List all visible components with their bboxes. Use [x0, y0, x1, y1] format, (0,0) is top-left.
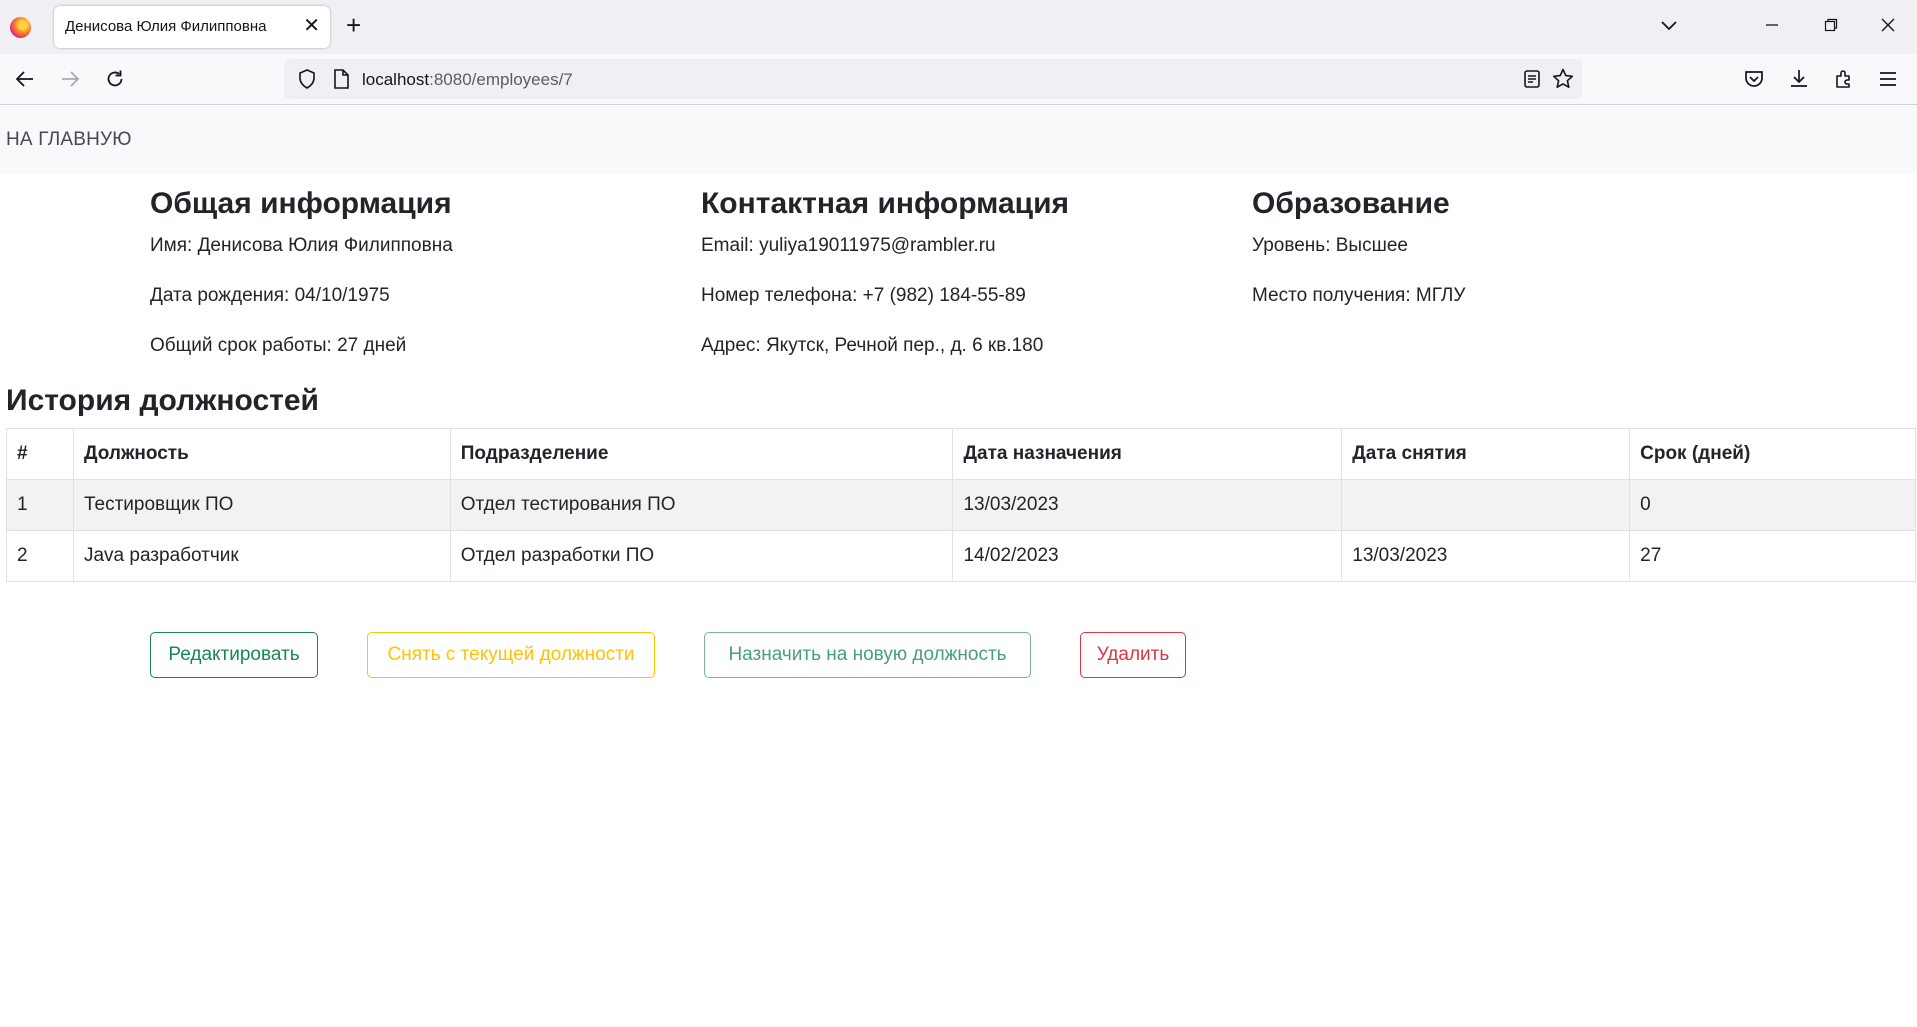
remove-from-position-button[interactable]: Снять с текущей должности — [367, 632, 655, 678]
close-window-icon[interactable] — [1860, 0, 1916, 50]
column-header: # — [6, 428, 74, 480]
column-header: Дата назначения — [952, 428, 1343, 480]
tab-close-icon[interactable]: ✕ — [303, 14, 320, 38]
forward-arrow-icon[interactable] — [57, 66, 83, 92]
table-cell: 1 — [6, 479, 74, 531]
extensions-icon[interactable] — [1831, 66, 1857, 92]
edit-button[interactable]: Редактировать — [150, 632, 318, 678]
assign-new-position-button[interactable]: Назначить на новую должность — [704, 632, 1031, 678]
table-cell — [1341, 479, 1631, 531]
table-cell: 13/03/2023 — [1341, 530, 1631, 582]
list-all-tabs-chevron-icon[interactable] — [1656, 12, 1682, 38]
column-header: Срок (дней) — [1629, 428, 1916, 480]
table-cell: 27 — [1629, 530, 1916, 582]
education-title: Образование — [1252, 187, 1450, 220]
pocket-icon[interactable] — [1741, 66, 1767, 92]
general-info-section: Общая информация Имя: Денисова Юлия Фили… — [150, 186, 670, 384]
address: Адрес: Якутск, Речной пер., д. 6 кв.180 — [701, 335, 1044, 356]
email: Email: yuliya19011975@rambler.ru — [701, 235, 996, 256]
table-cell: 13/03/2023 — [952, 479, 1343, 531]
shield-icon[interactable] — [296, 68, 318, 95]
general-info-title: Общая информация — [150, 187, 452, 220]
birth-date: Дата рождения: 04/10/1975 — [150, 285, 390, 306]
browser-tab[interactable]: Денисова Юлия Филипповна ✕ — [54, 6, 330, 48]
browser-tab-bar: Денисова Юлия Филипповна ✕ + — [0, 0, 1917, 54]
table-cell: 0 — [1629, 479, 1916, 531]
app-header: НА ГЛАВНУЮ — [0, 106, 1917, 174]
column-header: Дата снятия — [1341, 428, 1631, 480]
table-row: 2 Java разработчик Отдел разработки ПО 1… — [6, 530, 1916, 582]
table-cell: 14/02/2023 — [952, 530, 1343, 582]
table-cell: 2 — [6, 530, 74, 582]
table-cell: Тестировщик ПО — [72, 479, 451, 531]
position-history-table: # Должность Подразделение Дата назначени… — [6, 428, 1916, 582]
education-section: Образование Уровень: Высшее Место получе… — [1252, 186, 1772, 334]
menu-hamburger-icon[interactable] — [1875, 66, 1901, 92]
contact-info-section: Контактная информация Email: yuliya19011… — [701, 186, 1221, 384]
url-text[interactable]: localhost:8080/employees/7 — [362, 70, 573, 90]
contact-info-title: Контактная информация — [701, 187, 1070, 220]
phone: Номер телефона: +7 (982) 184-55-89 — [701, 285, 1026, 306]
back-arrow-icon[interactable] — [12, 66, 38, 92]
table-cell: Отдел тестирования ПО — [449, 479, 954, 531]
column-header: Должность — [72, 428, 451, 480]
reload-icon[interactable] — [102, 66, 128, 92]
position-history-title: История должностей — [6, 384, 319, 417]
page-info-icon[interactable] — [331, 68, 351, 95]
home-link[interactable]: НА ГЛАВНУЮ — [6, 129, 132, 151]
minimize-window-icon[interactable] — [1744, 0, 1800, 50]
table-cell: Java разработчик — [72, 530, 451, 582]
total-work-period: Общий срок работы: 27 дней — [150, 335, 407, 356]
url-path: :8080/employees/7 — [429, 70, 573, 89]
address-bar[interactable]: localhost:8080/employees/7 — [284, 59, 1582, 99]
education-level: Уровень: Высшее — [1252, 235, 1408, 256]
table-row: 1 Тестировщик ПО Отдел тестирования ПО 1… — [6, 479, 1916, 531]
new-tab-button[interactable]: + — [346, 10, 361, 40]
restore-window-icon[interactable] — [1803, 0, 1859, 50]
firefox-logo-icon[interactable] — [10, 17, 31, 38]
browser-navigation-bar: localhost:8080/employees/7 — [0, 54, 1917, 105]
employee-name: Имя: Денисова Юлия Филипповна — [150, 235, 453, 256]
reader-view-icon[interactable] — [1522, 68, 1542, 95]
downloads-icon[interactable] — [1786, 66, 1812, 92]
column-header: Подразделение — [449, 428, 954, 480]
table-cell: Отдел разработки ПО — [449, 530, 954, 582]
tab-title: Денисова Юлия Филипповна — [65, 18, 267, 35]
delete-button[interactable]: Удалить — [1080, 632, 1186, 678]
url-host: localhost — [362, 70, 430, 89]
education-place: Место получения: МГЛУ — [1252, 285, 1466, 306]
table-header-row: # Должность Подразделение Дата назначени… — [6, 428, 1916, 480]
bookmark-star-icon[interactable] — [1551, 67, 1575, 96]
